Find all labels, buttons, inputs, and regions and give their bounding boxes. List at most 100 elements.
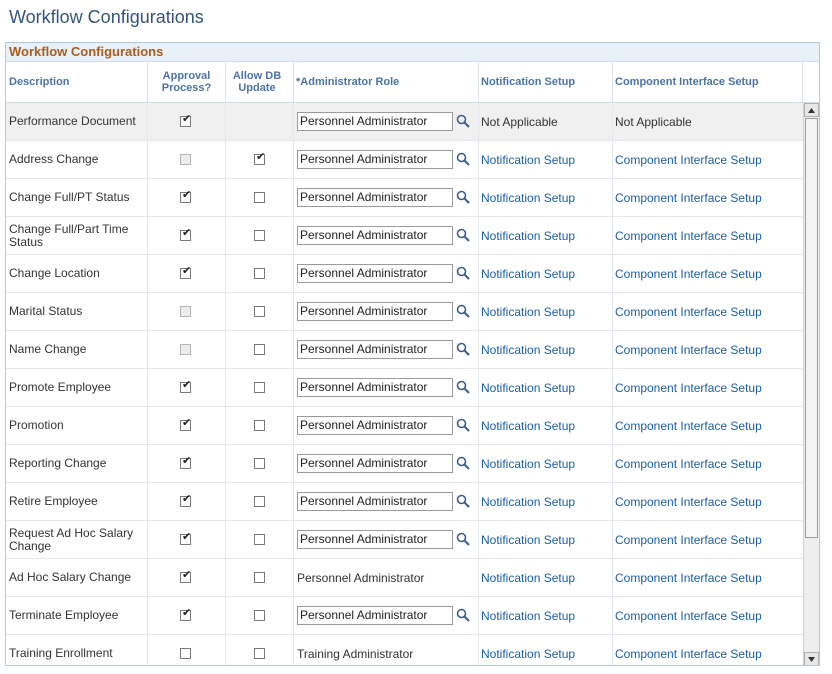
column-divider bbox=[225, 179, 226, 216]
component-interface-setup-link[interactable]: Component Interface Setup bbox=[615, 217, 762, 254]
component-interface-setup-link[interactable]: Component Interface Setup bbox=[615, 141, 762, 178]
component-interface-setup-link[interactable]: Component Interface Setup bbox=[615, 179, 762, 216]
column-divider bbox=[225, 331, 226, 368]
column-divider bbox=[293, 635, 294, 665]
component-interface-setup-link[interactable]: Component Interface Setup bbox=[615, 255, 762, 292]
administrator-role-text: Personnel Administrator bbox=[297, 570, 425, 585]
component-interface-setup-link[interactable]: Component Interface Setup bbox=[615, 483, 762, 520]
table-row: Promotion ✔ Personnel Administrator Notific… bbox=[6, 407, 803, 445]
allow-db-update-checkbox[interactable] bbox=[254, 572, 265, 583]
component-interface-setup-link[interactable]: Component Interface Setup bbox=[615, 331, 762, 368]
notification-setup-link[interactable]: Notification Setup bbox=[481, 331, 575, 368]
administrator-role-input[interactable]: Personnel Administrator bbox=[297, 112, 453, 131]
allow-db-update-checkbox[interactable] bbox=[254, 306, 265, 317]
column-divider bbox=[612, 331, 613, 368]
component-interface-setup-link[interactable]: Component Interface Setup bbox=[615, 559, 762, 596]
approval-process-checkbox[interactable]: ✔ bbox=[180, 418, 191, 431]
column-divider bbox=[147, 369, 148, 406]
component-interface-setup-link[interactable]: Component Interface Setup bbox=[615, 445, 762, 482]
approval-process-checkbox[interactable]: ✔ bbox=[180, 456, 191, 469]
administrator-role-input[interactable]: Personnel Administrator bbox=[297, 150, 453, 169]
column-divider bbox=[478, 445, 479, 482]
administrator-role-input[interactable]: Personnel Administrator bbox=[297, 302, 453, 321]
administrator-role-input[interactable]: Personnel Administrator bbox=[297, 492, 453, 511]
magnifier-lookup-icon[interactable] bbox=[456, 418, 470, 432]
allow-db-update-checkbox[interactable] bbox=[254, 382, 265, 393]
magnifier-lookup-icon[interactable] bbox=[456, 228, 470, 242]
administrator-role-input[interactable]: Personnel Administrator bbox=[297, 264, 453, 283]
approval-process-checkbox[interactable]: ✔ bbox=[180, 114, 191, 127]
magnifier-lookup-icon[interactable] bbox=[456, 266, 470, 280]
notification-setup-link[interactable]: Notification Setup bbox=[481, 217, 575, 254]
administrator-role-input[interactable]: Personnel Administrator bbox=[297, 188, 453, 207]
approval-process-checkbox[interactable]: ✔ bbox=[180, 380, 191, 393]
approval-process-checkbox[interactable]: ✔ bbox=[180, 570, 191, 583]
column-divider bbox=[147, 407, 148, 444]
allow-db-update-checkbox[interactable] bbox=[254, 610, 265, 621]
magnifier-lookup-icon[interactable] bbox=[456, 190, 470, 204]
header-allow-db-update: Allow DB Update bbox=[225, 62, 289, 102]
notification-setup-link[interactable]: Notification Setup bbox=[481, 255, 575, 292]
administrator-role-input[interactable]: Personnel Administrator bbox=[297, 416, 453, 435]
approval-process-checkbox[interactable]: ✔ bbox=[180, 532, 191, 545]
administrator-role-input[interactable]: Personnel Administrator bbox=[297, 226, 453, 245]
component-interface-setup-link[interactable]: Component Interface Setup bbox=[615, 407, 762, 444]
scroll-up-button[interactable] bbox=[804, 103, 819, 117]
column-divider bbox=[225, 559, 226, 596]
component-interface-setup-link[interactable]: Component Interface Setup bbox=[615, 597, 762, 634]
approval-process-checkbox[interactable]: ✔ bbox=[180, 228, 191, 241]
notification-setup-link[interactable]: Notification Setup bbox=[481, 179, 575, 216]
administrator-role-input[interactable]: Personnel Administrator bbox=[297, 340, 453, 359]
allow-db-update-checkbox[interactable] bbox=[254, 496, 265, 507]
column-divider bbox=[225, 445, 226, 482]
magnifier-lookup-icon[interactable] bbox=[456, 114, 470, 128]
notification-setup-link[interactable]: Notification Setup bbox=[481, 407, 575, 444]
administrator-role-input[interactable]: Personnel Administrator bbox=[297, 378, 453, 397]
magnifier-lookup-icon[interactable] bbox=[456, 456, 470, 470]
notification-setup-link[interactable]: Notification Setup bbox=[481, 445, 575, 482]
notification-setup-link[interactable]: Notification Setup bbox=[481, 521, 575, 558]
component-interface-setup-link[interactable]: Component Interface Setup bbox=[615, 521, 762, 558]
scroll-down-button[interactable] bbox=[804, 652, 819, 665]
allow-db-update-checkbox[interactable] bbox=[254, 534, 265, 545]
column-divider bbox=[612, 559, 613, 596]
notification-setup-link[interactable]: Notification Setup bbox=[481, 559, 575, 596]
column-divider bbox=[147, 331, 148, 368]
administrator-role-input[interactable]: Personnel Administrator bbox=[297, 454, 453, 473]
approval-process-checkbox[interactable] bbox=[180, 648, 191, 659]
notification-setup-link[interactable]: Notification Setup bbox=[481, 141, 575, 178]
administrator-role-input[interactable]: Personnel Administrator bbox=[297, 530, 453, 549]
magnifier-lookup-icon[interactable] bbox=[456, 380, 470, 394]
administrator-role-input[interactable]: Personnel Administrator bbox=[297, 606, 453, 625]
allow-db-update-checkbox[interactable] bbox=[254, 268, 265, 279]
approval-process-checkbox[interactable]: ✔ bbox=[180, 494, 191, 507]
allow-db-update-checkbox[interactable] bbox=[254, 648, 265, 659]
magnifier-lookup-icon[interactable] bbox=[456, 494, 470, 508]
column-divider bbox=[225, 369, 226, 406]
allow-db-update-checkbox[interactable] bbox=[254, 192, 265, 203]
vertical-scrollbar[interactable] bbox=[803, 103, 819, 665]
approval-process-checkbox[interactable]: ✔ bbox=[180, 608, 191, 621]
allow-db-update-checkbox[interactable]: ✔ bbox=[254, 152, 265, 165]
component-interface-setup-link[interactable]: Component Interface Setup bbox=[615, 635, 762, 665]
notification-setup-link[interactable]: Notification Setup bbox=[481, 597, 575, 634]
component-interface-setup-link[interactable]: Component Interface Setup bbox=[615, 293, 762, 330]
notification-setup-link[interactable]: Notification Setup bbox=[481, 369, 575, 406]
magnifier-lookup-icon[interactable] bbox=[456, 342, 470, 356]
notification-setup-link[interactable]: Notification Setup bbox=[481, 483, 575, 520]
notification-setup-link[interactable]: Notification Setup bbox=[481, 635, 575, 665]
header-allow-line1: Allow DB bbox=[232, 70, 282, 82]
approval-process-checkbox[interactable]: ✔ bbox=[180, 190, 191, 203]
allow-db-update-checkbox[interactable] bbox=[254, 458, 265, 469]
allow-db-update-checkbox[interactable] bbox=[254, 344, 265, 355]
component-interface-setup-link[interactable]: Component Interface Setup bbox=[615, 369, 762, 406]
scroll-thumb[interactable] bbox=[805, 118, 818, 538]
allow-db-update-checkbox[interactable] bbox=[254, 230, 265, 241]
allow-db-update-checkbox[interactable] bbox=[254, 420, 265, 431]
magnifier-lookup-icon[interactable] bbox=[456, 532, 470, 546]
notification-setup-link[interactable]: Notification Setup bbox=[481, 293, 575, 330]
magnifier-lookup-icon[interactable] bbox=[456, 304, 470, 318]
magnifier-lookup-icon[interactable] bbox=[456, 152, 470, 166]
magnifier-lookup-icon[interactable] bbox=[456, 608, 470, 622]
approval-process-checkbox[interactable]: ✔ bbox=[180, 266, 191, 279]
